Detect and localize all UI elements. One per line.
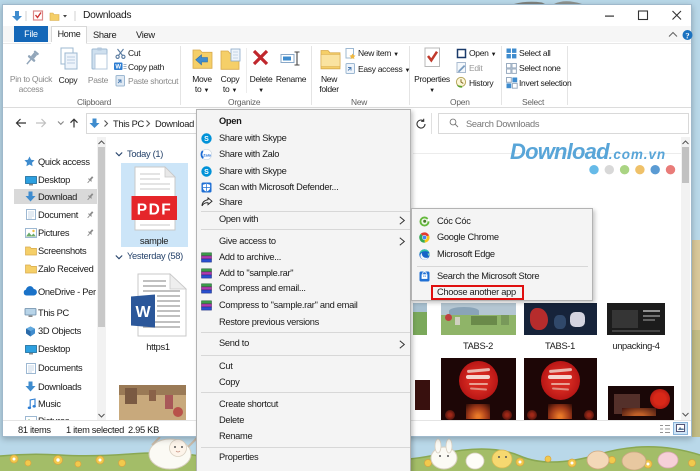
svg-text:W: W	[135, 304, 151, 321]
svg-text:PDF: PDF	[137, 202, 173, 219]
svg-text:Zalo: Zalo	[203, 153, 211, 157]
svg-text:?: ?	[685, 30, 689, 40]
svg-text:W: W	[115, 65, 121, 71]
svg-text:S: S	[204, 136, 209, 143]
svg-text:S: S	[204, 169, 209, 176]
